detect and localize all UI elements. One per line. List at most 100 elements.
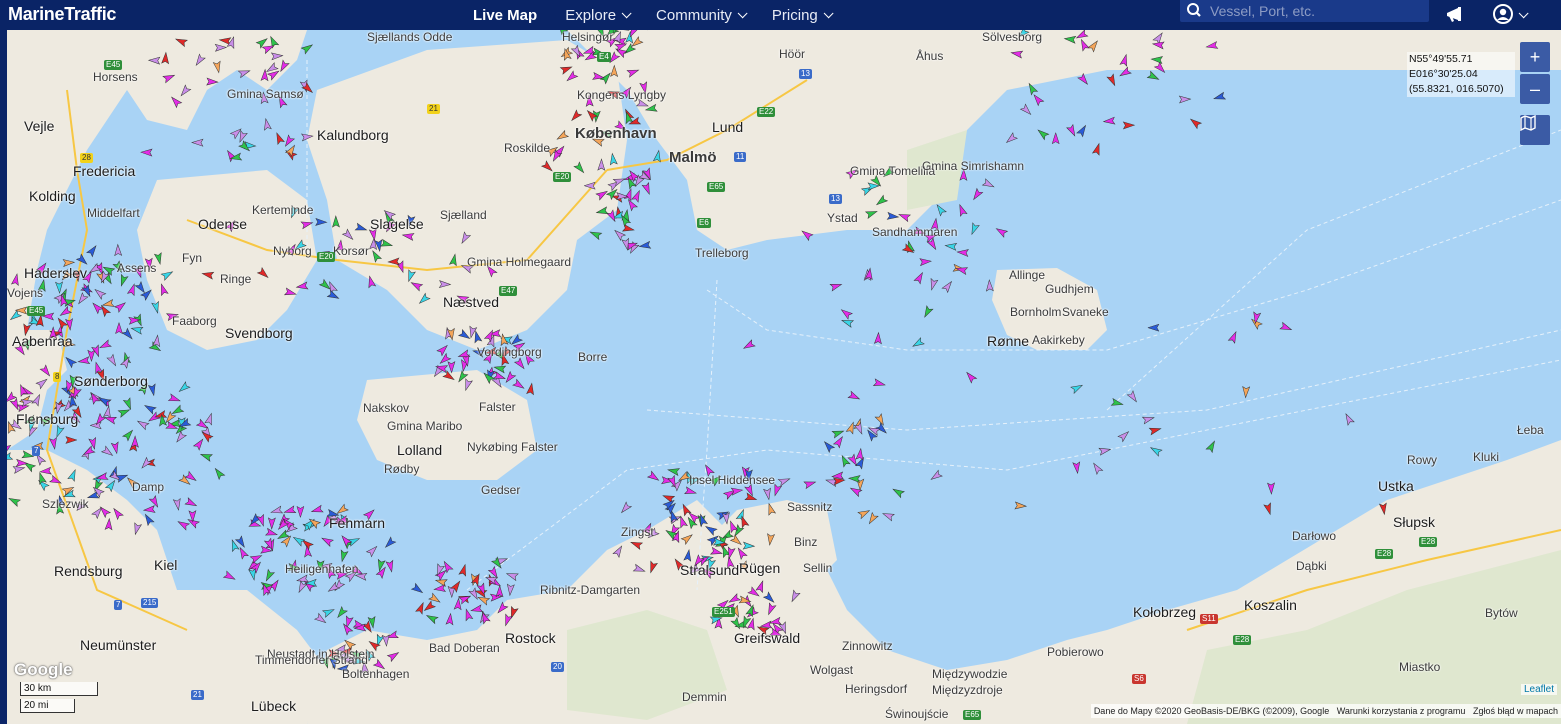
vessel-marker[interactable] — [1076, 124, 1089, 138]
vessel-marker[interactable] — [1263, 502, 1274, 516]
vessel-marker[interactable] — [922, 305, 934, 319]
vessel-marker[interactable] — [934, 203, 947, 217]
vessel-marker[interactable] — [1343, 412, 1355, 426]
vessel-marker[interactable] — [296, 505, 305, 519]
vessel-marker[interactable] — [274, 132, 285, 146]
vessel-marker[interactable] — [283, 505, 297, 516]
vessel-marker[interactable] — [249, 552, 263, 564]
nav-explore[interactable]: Explore — [565, 7, 632, 24]
vessel-marker[interactable] — [512, 378, 526, 391]
vessel-marker[interactable] — [422, 600, 436, 613]
vessel-marker[interactable] — [264, 527, 279, 538]
vessel-marker[interactable] — [87, 349, 96, 363]
vessel-marker[interactable] — [470, 604, 484, 614]
vessel-marker[interactable] — [513, 357, 527, 371]
vessel-marker[interactable] — [143, 402, 157, 415]
vessel-marker[interactable] — [410, 582, 424, 595]
vessel-marker[interactable] — [204, 412, 215, 426]
vessel-marker[interactable] — [506, 583, 515, 597]
vessel-marker[interactable] — [1098, 446, 1112, 456]
vessel-marker[interactable] — [222, 570, 237, 582]
vessel-marker[interactable] — [54, 424, 65, 438]
vessel-marker[interactable] — [841, 317, 855, 328]
vessel-marker[interactable] — [866, 511, 879, 526]
vessel-marker[interactable] — [881, 510, 895, 522]
vessel-marker[interactable] — [174, 430, 188, 444]
vessel-marker[interactable] — [49, 437, 59, 450]
vessel-marker[interactable] — [985, 279, 994, 292]
vessel-marker[interactable] — [684, 486, 697, 497]
vessel-marker[interactable] — [122, 428, 135, 442]
vessel-marker[interactable] — [891, 486, 905, 499]
vessel-marker[interactable] — [853, 421, 865, 436]
vessel-marker[interactable] — [1004, 132, 1018, 145]
vessel-marker[interactable] — [237, 546, 249, 560]
vessel-marker[interactable] — [1122, 121, 1136, 130]
vessel-marker[interactable] — [136, 418, 150, 431]
vessel-marker[interactable] — [873, 331, 882, 345]
vessel-marker[interactable] — [1213, 91, 1227, 102]
vessel-marker[interactable] — [646, 470, 661, 483]
vessel-marker[interactable] — [142, 505, 156, 514]
vessel-marker[interactable] — [113, 300, 128, 313]
vessel-marker[interactable] — [98, 339, 112, 351]
vessel-marker[interactable] — [383, 536, 397, 550]
vessel-marker[interactable] — [1091, 461, 1104, 475]
vessel-marker[interactable] — [1106, 73, 1118, 87]
vessel-marker[interactable] — [1188, 116, 1203, 130]
vessel-marker[interactable] — [1147, 323, 1160, 332]
vessel-marker[interactable] — [292, 534, 306, 547]
vessel-marker[interactable] — [742, 339, 756, 351]
vessel-marker[interactable] — [130, 325, 144, 335]
vessel-marker[interactable] — [339, 549, 349, 563]
vessel-marker[interactable] — [114, 243, 123, 257]
terms-link[interactable]: Warunki korzystania z programu — [1337, 706, 1466, 716]
search-input[interactable] — [1210, 3, 1410, 19]
vessel-marker[interactable] — [803, 479, 817, 490]
vessel-marker[interactable] — [956, 203, 968, 217]
vessel-marker[interactable] — [495, 584, 504, 598]
vessel-marker[interactable] — [270, 505, 284, 516]
vessel-marker[interactable] — [625, 198, 639, 212]
vessel-marker[interactable] — [831, 428, 845, 439]
vessel-marker[interactable] — [526, 382, 536, 396]
leaflet-attribution-link[interactable]: Leaflet — [1520, 684, 1557, 695]
vessel-marker[interactable] — [425, 612, 439, 625]
vessel-marker[interactable] — [121, 327, 135, 341]
vessel-marker[interactable] — [829, 281, 843, 292]
vessel-marker[interactable] — [969, 222, 980, 236]
vessel-marker[interactable] — [147, 411, 161, 424]
live-map[interactable]: Horsens Vejle Fredericia Kolding Middelf… — [7, 30, 1561, 724]
vessel-marker[interactable] — [1036, 127, 1050, 141]
vessel-marker[interactable] — [335, 606, 348, 620]
nav-community[interactable]: Community — [656, 7, 748, 24]
vessel-marker[interactable] — [944, 242, 958, 251]
vessel-marker[interactable] — [857, 508, 871, 520]
vessel-marker[interactable] — [1267, 482, 1275, 495]
vessel-marker[interactable] — [55, 281, 64, 294]
vessel-marker[interactable] — [171, 404, 185, 416]
vessel-marker[interactable] — [981, 178, 995, 190]
vessel-marker[interactable] — [415, 601, 427, 615]
vessel-marker[interactable] — [118, 273, 129, 287]
vessel-marker[interactable] — [493, 364, 507, 374]
vessel-marker[interactable] — [1146, 70, 1160, 82]
vessel-marker[interactable] — [589, 229, 603, 241]
vessel-marker[interactable] — [177, 381, 191, 394]
vessel-marker[interactable] — [167, 393, 182, 404]
vessel-marker[interactable] — [964, 370, 978, 384]
nav-live-map[interactable]: Live Map — [473, 7, 537, 24]
vessel-marker[interactable] — [911, 337, 925, 350]
vessel-marker[interactable] — [320, 535, 334, 547]
vessel-marker[interactable] — [941, 279, 954, 294]
vessel-marker[interactable] — [919, 258, 932, 267]
vessel-marker[interactable] — [365, 544, 379, 558]
vessel-marker[interactable] — [199, 451, 213, 462]
vessel-marker[interactable] — [300, 42, 314, 55]
vessel-marker[interactable] — [1148, 425, 1162, 436]
vessel-marker[interactable] — [631, 189, 643, 203]
vessel-marker[interactable] — [65, 436, 78, 444]
nav-pricing[interactable]: Pricing — [772, 7, 834, 24]
vessel-marker[interactable] — [956, 248, 969, 257]
vessel-marker[interactable] — [777, 475, 791, 487]
